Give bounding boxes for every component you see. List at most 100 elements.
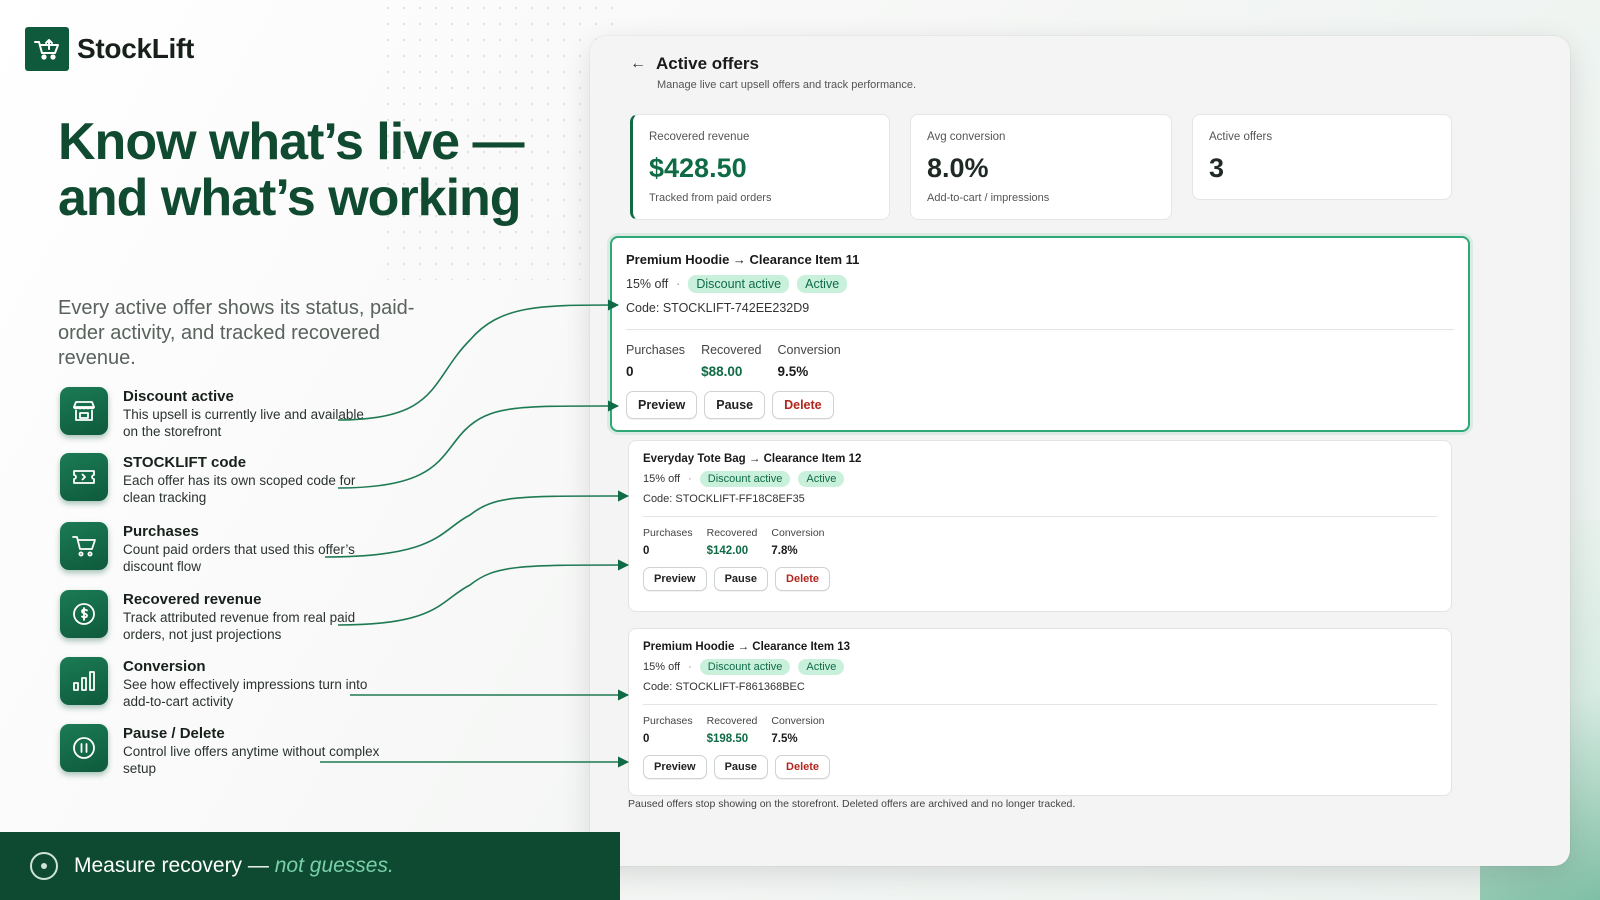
feature-recovered-revenue: Recovered revenue Track attributed reven… bbox=[60, 590, 380, 643]
panel-footnote: Paused offers stop showing on the storef… bbox=[628, 798, 1076, 810]
metric-conversion: Conversion 7.8% bbox=[771, 527, 824, 557]
metric-value: $198.50 bbox=[706, 733, 749, 745]
stat-recovered-revenue: Recovered revenue $428.50 Tracked from p… bbox=[630, 114, 890, 220]
headline: Know what’s live — and what’s working bbox=[58, 113, 525, 227]
metric-recovered: Recovered $88.00 bbox=[701, 343, 761, 379]
feature-title: Conversion bbox=[123, 658, 206, 675]
stat-avg-conversion: Avg conversion 8.0% Add-to-cart / impres… bbox=[910, 114, 1172, 220]
discount-amount: 15% off bbox=[643, 661, 681, 673]
metric-value: 9.5% bbox=[777, 364, 809, 379]
tagline-emphasis: not guesses. bbox=[274, 854, 394, 877]
subheadline: Every active offer shows its status, pai… bbox=[58, 297, 415, 369]
feature-description: This upsell is currently live and availa… bbox=[123, 407, 364, 439]
preview-button[interactable]: Preview bbox=[626, 391, 698, 419]
tagline-main: Measure recovery — bbox=[74, 854, 275, 877]
divider bbox=[643, 516, 1437, 517]
metric-value: 7.8% bbox=[771, 545, 798, 557]
offer-card: Premium Hoodie → Clearance Item 11 15% o… bbox=[610, 236, 1470, 432]
connector-line bbox=[337, 400, 620, 489]
discount-active-badge: Discount active bbox=[699, 659, 791, 675]
feature-description: Each offer has its own scoped code for c… bbox=[123, 473, 356, 505]
ticket-icon bbox=[60, 453, 108, 501]
metric-label: Recovered bbox=[706, 527, 758, 539]
dollar-circle-icon bbox=[60, 590, 108, 638]
metric-purchases: Purchases 0 bbox=[643, 527, 693, 557]
pause-button[interactable]: Pause bbox=[713, 755, 769, 779]
metric-value: 0 bbox=[643, 733, 650, 745]
feature-conversion: Conversion See how effectively impressio… bbox=[60, 657, 380, 710]
metric-label: Recovered bbox=[706, 715, 758, 727]
status-badge: Active bbox=[798, 471, 845, 487]
metric-purchases: Purchases 0 bbox=[626, 343, 685, 379]
offer-title: Everyday Tote Bag → Clearance Item 12 bbox=[643, 453, 862, 465]
metric-recovered: Recovered $142.00 bbox=[707, 527, 758, 557]
status-badge: Active bbox=[798, 659, 845, 675]
separator-dot: · bbox=[676, 277, 681, 291]
cart-icon bbox=[60, 522, 108, 570]
shopping-cart-upload-icon bbox=[25, 27, 69, 71]
offer-title: Premium Hoodie → Clearance Item 13 bbox=[643, 641, 851, 653]
feature-title: Purchases bbox=[123, 523, 199, 540]
separator-dot: · bbox=[688, 661, 692, 673]
feature-discount-active: Discount active This upsell is currently… bbox=[60, 387, 380, 440]
stat-note: Add-to-cart / impressions bbox=[927, 192, 1050, 204]
metric-label: Purchases bbox=[626, 343, 686, 357]
metric-label: Conversion bbox=[771, 527, 825, 539]
feature-description: See how effectively impressions turn int… bbox=[123, 677, 368, 709]
metric-label: Purchases bbox=[643, 527, 693, 539]
discount-amount: 15% off bbox=[626, 277, 669, 291]
offer-card: Everyday Tote Bag → Clearance Item 12 15… bbox=[628, 440, 1452, 612]
offer-code: Code: STOCKLIFT-F861368BEC bbox=[643, 681, 805, 693]
delete-button[interactable]: Delete bbox=[775, 755, 831, 779]
metric-value: $88.00 bbox=[701, 364, 743, 379]
brand: StockLift bbox=[25, 27, 194, 71]
delete-button[interactable]: Delete bbox=[772, 391, 834, 419]
pause-button[interactable]: Pause bbox=[713, 567, 769, 591]
metric-conversion: Conversion 7.5% bbox=[771, 715, 824, 745]
stat-value: $428.50 bbox=[649, 153, 747, 183]
feature-title: Discount active bbox=[123, 388, 234, 405]
stat-label: Avg conversion bbox=[927, 131, 1006, 143]
stat-note: Tracked from paid orders bbox=[649, 192, 772, 204]
offer-code: Code: STOCKLIFT-FF18C8EF35 bbox=[643, 493, 805, 505]
feature-description: Track attributed revenue from real paid … bbox=[123, 610, 356, 642]
offer-title: Premium Hoodie → Clearance Item 11 bbox=[626, 252, 860, 267]
target-icon bbox=[30, 852, 58, 880]
metric-value: 0 bbox=[643, 545, 650, 557]
metric-label: Purchases bbox=[643, 715, 693, 727]
preview-button[interactable]: Preview bbox=[643, 567, 707, 591]
divider bbox=[643, 704, 1437, 705]
metric-purchases: Purchases 0 bbox=[643, 715, 693, 745]
active-offers-panel: ← Active offers Manage live cart upsell … bbox=[590, 36, 1570, 866]
metric-conversion: Conversion 9.5% bbox=[778, 343, 841, 379]
stat-label: Active offers bbox=[1209, 131, 1273, 143]
feature-stocklift-code: STOCKLIFT code Each offer has its own sc… bbox=[60, 453, 380, 506]
feature-title: STOCKLIFT code bbox=[123, 454, 247, 471]
connector-line bbox=[337, 559, 630, 626]
offer-card: Premium Hoodie → Clearance Item 13 15% o… bbox=[628, 628, 1452, 796]
footer-tagline: Measure recovery — not guesses. bbox=[74, 854, 394, 878]
page-subtitle: Manage live cart upsell offers and track… bbox=[657, 79, 917, 91]
delete-button[interactable]: Delete bbox=[775, 567, 831, 591]
page-title: Active offers bbox=[656, 54, 759, 73]
discount-amount: 15% off bbox=[643, 473, 681, 485]
metric-value: $142.00 bbox=[706, 545, 749, 557]
feature-title: Recovered revenue bbox=[123, 591, 262, 608]
stat-value: 8.0% bbox=[927, 153, 989, 183]
back-arrow-icon[interactable]: ← bbox=[630, 55, 646, 73]
stat-label: Recovered revenue bbox=[649, 131, 750, 143]
status-badge: Active bbox=[797, 275, 848, 293]
preview-button[interactable]: Preview bbox=[643, 755, 707, 779]
metric-value: 0 bbox=[626, 364, 634, 379]
feature-title: Pause / Delete bbox=[123, 725, 225, 742]
pause-circle-icon bbox=[60, 724, 108, 772]
separator-dot: · bbox=[688, 473, 692, 485]
bar-chart-icon bbox=[60, 657, 108, 705]
offer-code: Code: STOCKLIFT-742EE232D9 bbox=[626, 301, 810, 315]
pause-button[interactable]: Pause bbox=[704, 391, 766, 419]
feature-description: Control live offers anytime without comp… bbox=[123, 744, 380, 776]
metric-label: Conversion bbox=[771, 715, 825, 727]
storefront-icon bbox=[60, 387, 108, 435]
metric-recovered: Recovered $198.50 bbox=[707, 715, 758, 745]
stat-active-offers: Active offers 3 bbox=[1192, 114, 1452, 200]
